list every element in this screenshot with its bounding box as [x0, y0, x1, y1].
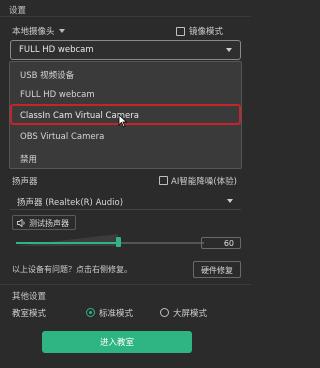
header-divider	[0, 16, 251, 17]
camera-select[interactable]: FULL HD webcam	[10, 40, 241, 60]
other-settings-title: 其他设置	[12, 292, 47, 302]
mirror-checkbox[interactable]	[176, 27, 185, 36]
hardware-repair-label: 硬件修复	[201, 266, 233, 275]
volume-fill	[16, 242, 118, 244]
standard-mode-label[interactable]: 标准模式	[99, 307, 133, 319]
camera-option-fullhd[interactable]: FULL HD webcam	[20, 90, 95, 100]
enter-classroom-button[interactable]: 进入教室	[42, 331, 192, 353]
troubleshoot-text: 以上设备有问题？点击右侧修复。	[12, 265, 132, 274]
volume-value-field[interactable]: 60	[201, 237, 241, 249]
mirror-label: 镜像模式	[189, 27, 224, 37]
volume-value: 60	[223, 239, 234, 248]
ai-denoise-checkbox[interactable]	[159, 176, 168, 185]
speaker-icon	[17, 219, 25, 227]
mouse-cursor-icon	[118, 114, 128, 128]
test-speaker-button[interactable]: 测试扬声器	[12, 215, 76, 230]
settings-title: 设置	[9, 6, 27, 16]
speaker-label: 扬声器	[12, 177, 38, 187]
camera-chevron-down-icon[interactable]	[59, 29, 65, 33]
ai-denoise-label: AI智能降噪(体验)	[171, 177, 237, 187]
speaker-selected-value: 扬声器 (Realtek(R) Audio)	[17, 198, 124, 208]
camera-option-obs[interactable]: OBS Virtual Camera	[20, 132, 104, 142]
section-divider	[0, 284, 251, 285]
enter-classroom-label: 进入教室	[99, 338, 134, 348]
camera-selected-value: FULL HD webcam	[19, 45, 94, 55]
camera-label: 本地摄像头	[12, 27, 55, 37]
volume-meter	[16, 234, 118, 246]
volume-slider-handle[interactable]	[116, 237, 121, 247]
large-screen-mode-label[interactable]: 大屏模式	[173, 307, 207, 319]
camera-option-disable[interactable]: 禁用	[20, 153, 37, 165]
camera-option-usb[interactable]: USB 视频设备	[20, 69, 74, 81]
standard-mode-radio[interactable]	[86, 308, 95, 317]
chevron-down-icon	[226, 48, 232, 52]
large-screen-mode-radio[interactable]	[160, 308, 169, 317]
speaker-select[interactable]: 扬声器 (Realtek(R) Audio)	[10, 193, 241, 210]
test-speaker-label: 测试扬声器	[29, 219, 69, 228]
hardware-repair-button[interactable]: 硬件修复	[193, 261, 241, 278]
classroom-mode-label: 教室模式	[12, 309, 47, 319]
chevron-down-icon	[227, 199, 233, 203]
